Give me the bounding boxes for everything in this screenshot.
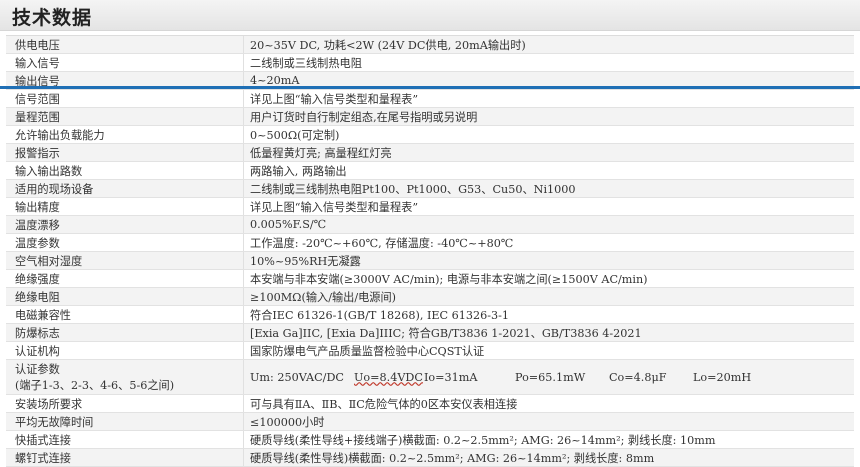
row-label: 输出精度 <box>6 198 244 215</box>
table-row: 供电电压 20~35V DC, 功耗<2W (24V DC供电, 20mA输出时… <box>6 36 854 54</box>
row-value: 两路输入, 两路输出 <box>250 164 347 178</box>
table-row: 量程范围 用户订货时自行制定组态,在尾号指明或另说明 <box>6 108 854 126</box>
cert-params-row: 认证参数 (端子1-3、2-3、4-6、5-6之间) Um: 250VAC/DC… <box>6 360 854 395</box>
table-row: 输入输出路数 两路输入, 两路输出 <box>6 162 854 180</box>
row-value: 用户订货时自行制定组态,在尾号指明或另说明 <box>250 110 478 124</box>
table-row: 安装场所要求 可与具有ⅡA、ⅡB、ⅡC危险气体的0区本安仪表相连接 <box>6 395 854 413</box>
table-row: 报警指示 低量程黄灯亮; 高量程红灯亮 <box>6 144 854 162</box>
row-value: 二线制或三线制热电阻Pt100、Pt1000、G53、Cu50、Ni1000 <box>250 182 576 196</box>
row-label: 报警指示 <box>6 144 244 161</box>
table-row: 快插式连接 硬质导线(柔性导线+接线端子)横截面: 0.2~2.5mm²; AM… <box>6 431 854 449</box>
row-label: 信号范围 <box>6 90 244 107</box>
row-value: 可与具有ⅡA、ⅡB、ⅡC危险气体的0区本安仪表相连接 <box>250 397 518 411</box>
row-label: 量程范围 <box>6 108 244 125</box>
row-value: ≥100MΩ(输入/输出/电源间) <box>250 290 397 304</box>
table-row: 防爆标志 [Exia Ga]IIC, [Exia Da]IIIC; 符合GB/T… <box>6 324 854 342</box>
row-label: 温度漂移 <box>6 216 244 233</box>
cert-params-values: Um: 250VAC/DC Uo=8.4VDC Io=31mA Po=65.1m… <box>244 360 854 394</box>
row-label: 快插式连接 <box>6 431 244 448</box>
row-label: 空气相对湿度 <box>6 252 244 269</box>
row-label: 适用的现场设备 <box>6 180 244 197</box>
row-label: 输入输出路数 <box>6 162 244 179</box>
table-row: 空气相对湿度 10%~95%RH无凝露 <box>6 252 854 270</box>
row-label: 温度参数 <box>6 234 244 251</box>
table-row: 信号范围 详见上图“输入信号类型和量程表” <box>6 90 854 108</box>
row-label: 输入信号 <box>6 54 244 71</box>
table-row: 电磁兼容性 符合IEC 61326-1(GB/T 18268), IEC 613… <box>6 306 854 324</box>
param-io: Io=31mA <box>424 370 478 384</box>
cert-params-sublabel: (端子1-3、2-3、4-6、5-6之间) <box>15 379 175 392</box>
row-value: ≤100000小时 <box>250 415 325 429</box>
row-value: 详见上图“输入信号类型和量程表” <box>250 92 419 106</box>
param-lo: Lo=20mH <box>693 370 752 384</box>
row-label: 安装场所要求 <box>6 395 244 412</box>
row-label: 供电电压 <box>6 36 244 53</box>
row-label: 防爆标志 <box>6 324 244 341</box>
table-row: 输入信号 二线制或三线制热电阻 <box>6 54 854 72</box>
row-value: 硬质导线(柔性导线)横截面: 0.2~2.5mm²; AMG: 26~14mm²… <box>250 451 655 465</box>
param-uo: Uo=8.4VDC <box>354 370 423 384</box>
row-value: 本安端与非本安端(≥3000V AC/min); 电源与非本安端之间(≥1500… <box>250 272 648 286</box>
row-label: 螺钉式连接 <box>6 449 244 466</box>
row-label: 电磁兼容性 <box>6 306 244 323</box>
row-value: 硬质导线(柔性导线+接线端子)横截面: 0.2~2.5mm²; AMG: 26~… <box>250 433 716 447</box>
table-row: 螺钉式连接 硬质导线(柔性导线)横截面: 0.2~2.5mm²; AMG: 26… <box>6 449 854 467</box>
table-row: 输出精度 详见上图“输入信号类型和量程表” <box>6 198 854 216</box>
row-value: 10%~95%RH无凝露 <box>250 254 361 268</box>
row-label: 平均无故障时间 <box>6 413 244 430</box>
row-value: 0~500Ω(可定制) <box>250 128 340 142</box>
table-row: 绝缘强度 本安端与非本安端(≥3000V AC/min); 电源与非本安端之间(… <box>6 270 854 288</box>
divider-line <box>0 86 860 89</box>
spec-table: 供电电压 20~35V DC, 功耗<2W (24V DC供电, 20mA输出时… <box>6 35 854 467</box>
row-value: 工作温度: -20℃~+60℃, 存储温度: -40℃~+80℃ <box>250 236 514 250</box>
row-value: 国家防爆电气产品质量监督检验中心CQST认证 <box>250 344 485 358</box>
param-po: Po=65.1mW <box>515 370 586 384</box>
table-row: 允许输出负载能力 0~500Ω(可定制) <box>6 126 854 144</box>
row-label: 允许输出负载能力 <box>6 126 244 143</box>
row-value: 符合IEC 61326-1(GB/T 18268), IEC 61326-3-1 <box>250 308 510 322</box>
cert-params-label: 认证参数 <box>15 363 60 376</box>
table-row: 绝缘电阻 ≥100MΩ(输入/输出/电源间) <box>6 288 854 306</box>
row-label: 认证机构 <box>6 342 244 359</box>
table-row: 平均无故障时间 ≤100000小时 <box>6 413 854 431</box>
section-title: 技术数据 <box>12 7 93 29</box>
table-row: 温度参数 工作温度: -20℃~+60℃, 存储温度: -40℃~+80℃ <box>6 234 854 252</box>
table-row: 认证机构 国家防爆电气产品质量监督检验中心CQST认证 <box>6 342 854 360</box>
table-row: 适用的现场设备 二线制或三线制热电阻Pt100、Pt1000、G53、Cu50、… <box>6 180 854 198</box>
row-value: 20~35V DC, 功耗<2W (24V DC供电, 20mA输出时) <box>250 38 526 52</box>
table-row: 温度漂移 0.005%F.S/℃ <box>6 216 854 234</box>
param-co: Co=4.8μF <box>609 370 667 384</box>
row-value: 0.005%F.S/℃ <box>250 218 327 231</box>
param-um: Um: 250VAC/DC <box>250 370 344 384</box>
row-label: 绝缘电阻 <box>6 288 244 305</box>
row-value: 低量程黄灯亮; 高量程红灯亮 <box>250 146 392 160</box>
row-value: 二线制或三线制热电阻 <box>250 56 362 70</box>
section-header: 技术数据 <box>0 0 860 31</box>
row-value: [Exia Ga]IIC, [Exia Da]IIIC; 符合GB/T3836 … <box>250 326 642 340</box>
row-label: 绝缘强度 <box>6 270 244 287</box>
cert-params-label-cell: 认证参数 (端子1-3、2-3、4-6、5-6之间) <box>6 360 244 394</box>
row-value: 详见上图“输入信号类型和量程表” <box>250 200 419 214</box>
